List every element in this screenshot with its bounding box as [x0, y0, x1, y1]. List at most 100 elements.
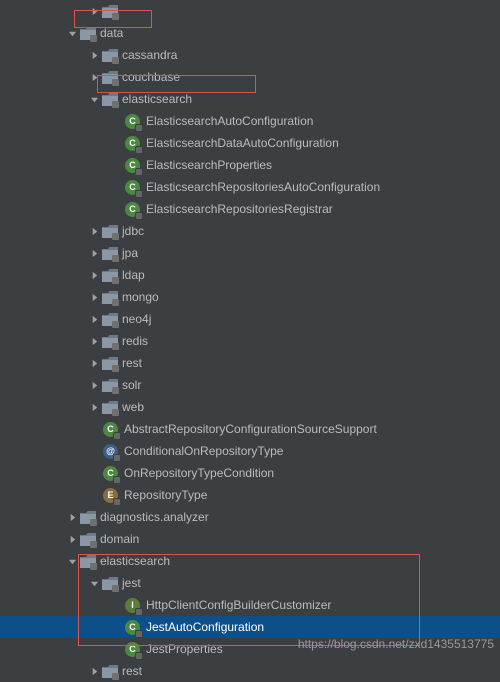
folder-icon — [80, 510, 96, 524]
chevron-right-icon[interactable] — [88, 401, 100, 413]
arrow-spacer — [88, 489, 100, 501]
arrow-spacer — [110, 203, 122, 215]
tree-row[interactable]: elasticsearch — [0, 550, 500, 572]
folder-icon — [102, 246, 118, 260]
tree-row[interactable]: neo4j — [0, 308, 500, 330]
chevron-right-icon[interactable] — [88, 5, 100, 17]
chevron-right-icon[interactable] — [66, 511, 78, 523]
tree-row[interactable]: cassandra — [0, 44, 500, 66]
chevron-down-icon[interactable] — [66, 27, 78, 39]
tree-item-label: ElasticsearchDataAutoConfiguration — [146, 136, 339, 150]
tree-item-label: JestAutoConfiguration — [146, 620, 264, 634]
tree-row[interactable]: jdbc — [0, 220, 500, 242]
tree-row[interactable]: C ElasticsearchProperties — [0, 154, 500, 176]
tree-item-label: jpa — [122, 246, 138, 260]
tree-row[interactable]: jpa — [0, 242, 500, 264]
tree-item-label: ldap — [122, 268, 145, 282]
tree-row[interactable]: diagnostics.analyzer — [0, 506, 500, 528]
class-icon: C — [103, 422, 118, 437]
watermark-text: https://blog.csdn.net/zxd1435513775 — [298, 637, 494, 651]
tree-item-label: jest — [122, 576, 141, 590]
chevron-right-icon[interactable] — [88, 313, 100, 325]
folder-icon — [102, 664, 118, 678]
tree-item-label: RepositoryType — [124, 488, 207, 502]
class-icon: C — [125, 642, 140, 657]
tree-row[interactable] — [0, 0, 500, 22]
tree-row[interactable]: elasticsearch — [0, 88, 500, 110]
folder-icon — [102, 4, 118, 18]
chevron-right-icon[interactable] — [88, 247, 100, 259]
tree-row[interactable]: CElasticsearchAutoConfiguration — [0, 110, 500, 132]
tree-item-label: JestProperties — [146, 642, 223, 656]
class-icon: C — [125, 202, 140, 217]
folder-icon — [102, 334, 118, 348]
tree-row[interactable]: CElasticsearchRepositoriesAutoConfigurat… — [0, 176, 500, 198]
folder-icon — [102, 268, 118, 282]
tree-row[interactable]: redis — [0, 330, 500, 352]
type-icon: E — [103, 488, 118, 503]
arrow-spacer — [110, 599, 122, 611]
tree-row[interactable]: rest — [0, 352, 500, 374]
tree-item-label: ElasticsearchAutoConfiguration — [146, 114, 313, 128]
arrow-spacer — [110, 181, 122, 193]
tree-item-label: elasticsearch — [122, 92, 192, 106]
tree-row[interactable]: CElasticsearchRepositoriesRegistrar — [0, 198, 500, 220]
tree-item-label: neo4j — [122, 312, 151, 326]
chevron-right-icon[interactable] — [88, 291, 100, 303]
arrow-spacer — [88, 445, 100, 457]
chevron-down-icon[interactable] — [88, 93, 100, 105]
folder-icon — [102, 290, 118, 304]
chevron-right-icon[interactable] — [66, 533, 78, 545]
tree-item-label: elasticsearch — [100, 554, 170, 568]
tree-item-label: redis — [122, 334, 148, 348]
tree-row[interactable]: C AbstractRepositoryConfigurationSourceSu… — [0, 418, 500, 440]
tree-row[interactable]: couchbase — [0, 66, 500, 88]
tree-row[interactable]: @ConditionalOnRepositoryType — [0, 440, 500, 462]
chevron-right-icon[interactable] — [88, 665, 100, 677]
tree-item-label: rest — [122, 664, 142, 678]
folder-icon — [102, 48, 118, 62]
folder-icon — [80, 554, 96, 568]
tree-row[interactable]: solr — [0, 374, 500, 396]
tree-item-label: ElasticsearchProperties — [146, 158, 272, 172]
chevron-right-icon[interactable] — [88, 357, 100, 369]
chevron-right-icon[interactable] — [88, 49, 100, 61]
tree-row[interactable]: mongo — [0, 286, 500, 308]
tree-row[interactable]: E RepositoryType — [0, 484, 500, 506]
tree-row[interactable]: C JestAutoConfiguration — [0, 616, 500, 638]
type-icon: I — [125, 598, 140, 613]
class-icon: C — [125, 620, 140, 635]
chevron-right-icon[interactable] — [88, 335, 100, 347]
tree-item-label: rest — [122, 356, 142, 370]
chevron-right-icon[interactable] — [88, 71, 100, 83]
chevron-down-icon[interactable] — [66, 555, 78, 567]
tree-row[interactable]: jest — [0, 572, 500, 594]
folder-icon — [102, 378, 118, 392]
tree-item-label: data — [100, 26, 123, 40]
tree-item-label: jdbc — [122, 224, 144, 238]
folder-icon — [80, 26, 96, 40]
chevron-right-icon[interactable] — [88, 225, 100, 237]
tree-item-label: AbstractRepositoryConfigurationSourceSup… — [124, 422, 377, 436]
tree-row[interactable]: web — [0, 396, 500, 418]
tree-item-label: ConditionalOnRepositoryType — [124, 444, 283, 458]
folder-icon — [102, 70, 118, 84]
tree-row[interactable]: rest — [0, 660, 500, 682]
tree-row[interactable]: CElasticsearchDataAutoConfiguration — [0, 132, 500, 154]
folder-icon — [102, 400, 118, 414]
folder-icon — [80, 532, 96, 546]
tree-item-label: solr — [122, 378, 141, 392]
chevron-right-icon[interactable] — [88, 269, 100, 281]
class-icon: C — [125, 158, 140, 173]
chevron-down-icon[interactable] — [88, 577, 100, 589]
chevron-right-icon[interactable] — [88, 379, 100, 391]
tree-row[interactable]: ldap — [0, 264, 500, 286]
tree-row[interactable]: domain — [0, 528, 500, 550]
arrow-spacer — [110, 621, 122, 633]
tree-row[interactable]: COnRepositoryTypeCondition — [0, 462, 500, 484]
class-icon: C — [125, 180, 140, 195]
arrow-spacer — [88, 423, 100, 435]
tree-row[interactable]: IHttpClientConfigBuilderCustomizer — [0, 594, 500, 616]
tree-row[interactable]: data — [0, 22, 500, 44]
tree-item-label: web — [122, 400, 144, 414]
